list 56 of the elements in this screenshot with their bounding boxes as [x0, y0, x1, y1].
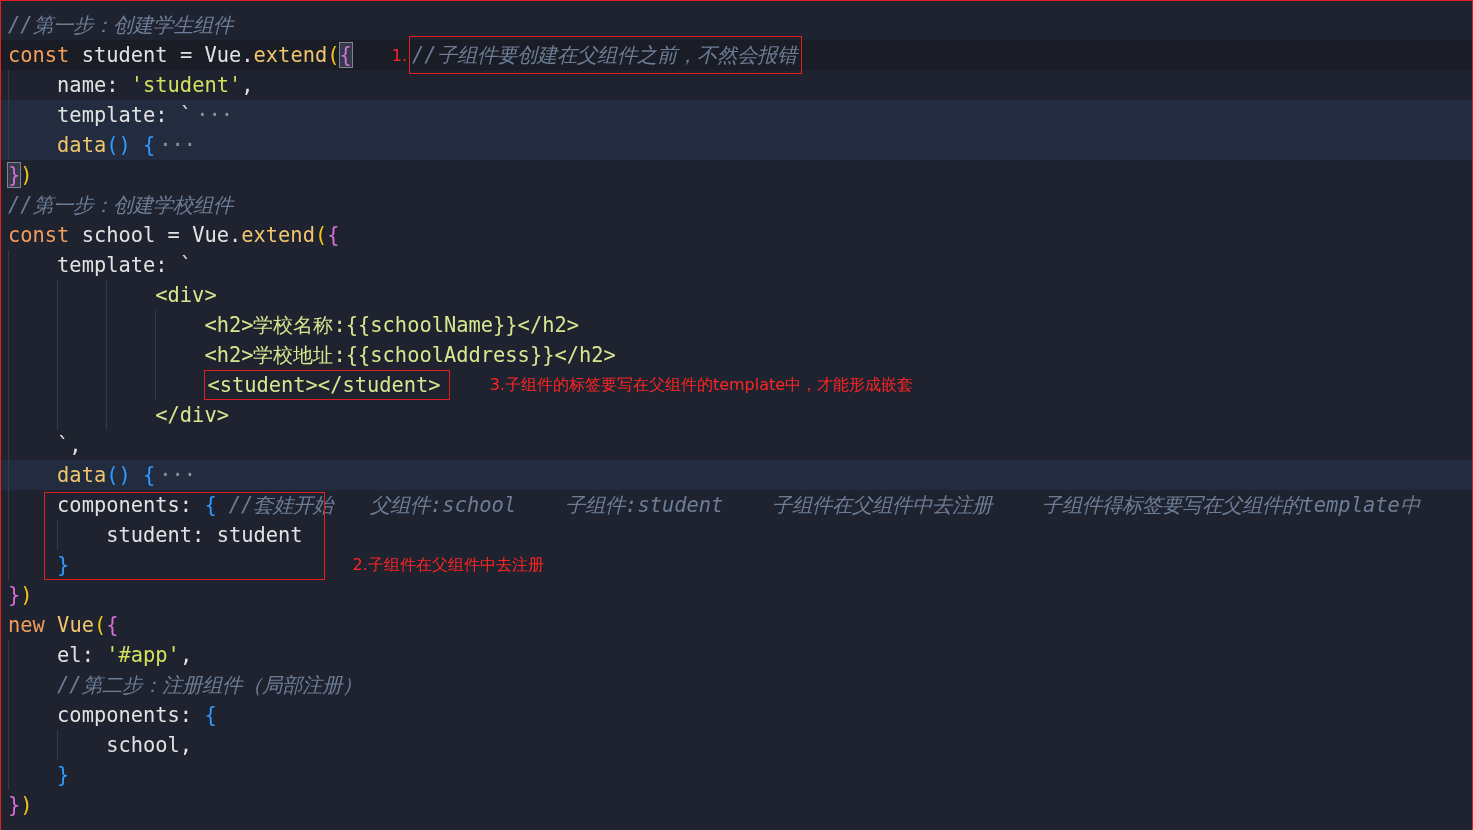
function-name: extend: [241, 223, 315, 247]
string-literal: 'student': [130, 73, 242, 97]
code-text: components:: [57, 493, 194, 517]
bracket: ): [20, 163, 33, 187]
annotation-note: 1.: [391, 45, 408, 65]
code-text: ,: [241, 73, 254, 97]
bracket: }: [57, 763, 70, 787]
string-literal: '#app': [106, 643, 180, 667]
bracket: (: [314, 223, 328, 247]
code-text: student = Vue.: [80, 43, 254, 67]
template-markup: <div>: [155, 283, 217, 307]
fold-ellipsis: ···: [159, 133, 197, 157]
bracket: ): [20, 583, 33, 607]
function-name: extend: [253, 43, 328, 67]
bracket: () {: [106, 133, 156, 157]
code-text: components:: [57, 703, 194, 727]
bracket: }: [57, 553, 70, 577]
fold-ellipsis: ···: [196, 103, 233, 127]
keyword: const: [8, 43, 70, 67]
code-text: school = Vue.: [80, 223, 242, 247]
keyword: new: [8, 613, 46, 637]
code-text: `,: [57, 433, 82, 457]
bracket: {: [204, 703, 217, 727]
code-comment: //第一步：创建学校组件: [8, 192, 233, 219]
code-text: ,: [179, 643, 193, 667]
annotation-note: 3.子组件的标签要写在父组件的template中，才能形成嵌套: [489, 374, 914, 396]
code-text: name:: [57, 73, 120, 97]
code-comment: //第二步：注册组件（局部注册）: [57, 672, 362, 699]
code-text: template: `: [57, 103, 193, 127]
bracket: ): [20, 793, 33, 817]
bracket: {: [327, 223, 340, 247]
bracket: (: [327, 43, 340, 67]
code-text: el:: [57, 643, 95, 667]
bracket: {: [106, 613, 119, 637]
bracket: (: [93, 613, 107, 637]
matched-bracket: }: [8, 163, 21, 187]
bracket: }: [8, 583, 21, 607]
bracket: }: [8, 793, 21, 817]
code-text: student: student: [106, 523, 303, 547]
fold-ellipsis: ···: [159, 463, 197, 487]
boxed-template-markup: <student></student>: [204, 370, 450, 400]
function-name: data: [57, 133, 107, 157]
template-markup: <h2>学校名称:{{schoolName}}</h2>: [204, 312, 579, 339]
template-markup: <h2>学校地址:{{schoolAddress}}</h2>: [204, 342, 616, 369]
bracket: () {: [106, 463, 156, 487]
template-markup: </div>: [155, 403, 229, 427]
code-comment: //第一步：创建学生组件: [8, 12, 233, 39]
function-name: data: [57, 463, 107, 487]
code-text: school,: [106, 733, 193, 757]
annotation-note: 2.子组件在父组件中去注册: [352, 554, 544, 576]
bracket: {: [204, 493, 217, 517]
boxed-code-comment: //子组件要创建在父组件之前，不然会报错: [409, 36, 802, 74]
matched-bracket: {: [339, 43, 352, 67]
code-text: template: `: [57, 253, 193, 277]
function-name: Vue: [57, 613, 94, 637]
keyword: const: [8, 223, 70, 247]
